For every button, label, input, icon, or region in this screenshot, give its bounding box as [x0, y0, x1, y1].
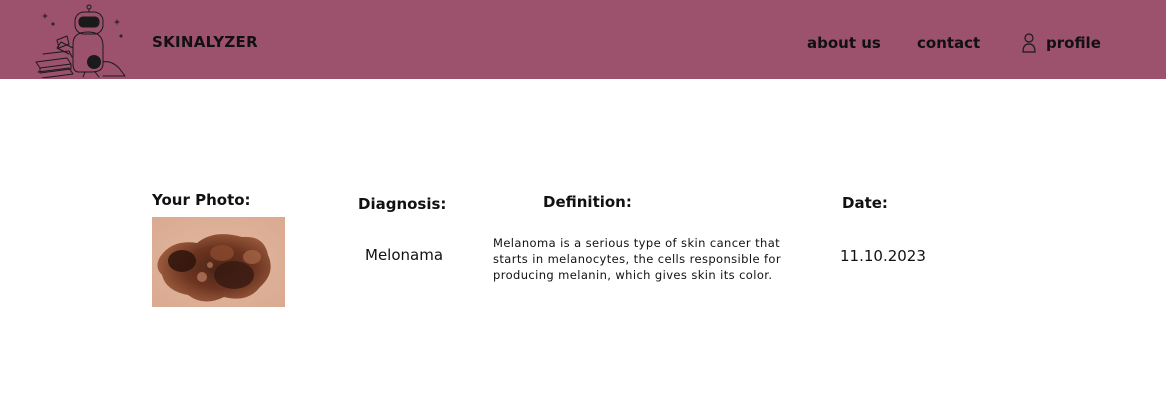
uploaded-skin-photo — [152, 217, 285, 307]
diagnosis-value: Melonama — [365, 246, 444, 264]
top-navbar: SKINALYZER about us contact profile — [0, 0, 1166, 79]
nav-about-us[interactable]: about us — [807, 34, 881, 52]
robot-logo-icon[interactable] — [33, 2, 129, 78]
nav-profile-label: profile — [1046, 34, 1101, 52]
your-photo-heading: Your Photo: — [152, 191, 251, 209]
definition-text: Melanoma is a serious type of skin cance… — [493, 236, 781, 282]
date-value: 11.10.2023 — [840, 247, 926, 265]
user-icon — [1022, 33, 1036, 53]
nav-contact[interactable]: contact — [917, 34, 980, 52]
brand-name[interactable]: SKINALYZER — [152, 33, 258, 51]
definition-heading: Definition: — [543, 193, 632, 211]
date-heading: Date: — [842, 194, 888, 212]
diagnosis-heading: Diagnosis: — [358, 195, 447, 213]
nav-profile[interactable]: profile — [1022, 32, 1101, 54]
